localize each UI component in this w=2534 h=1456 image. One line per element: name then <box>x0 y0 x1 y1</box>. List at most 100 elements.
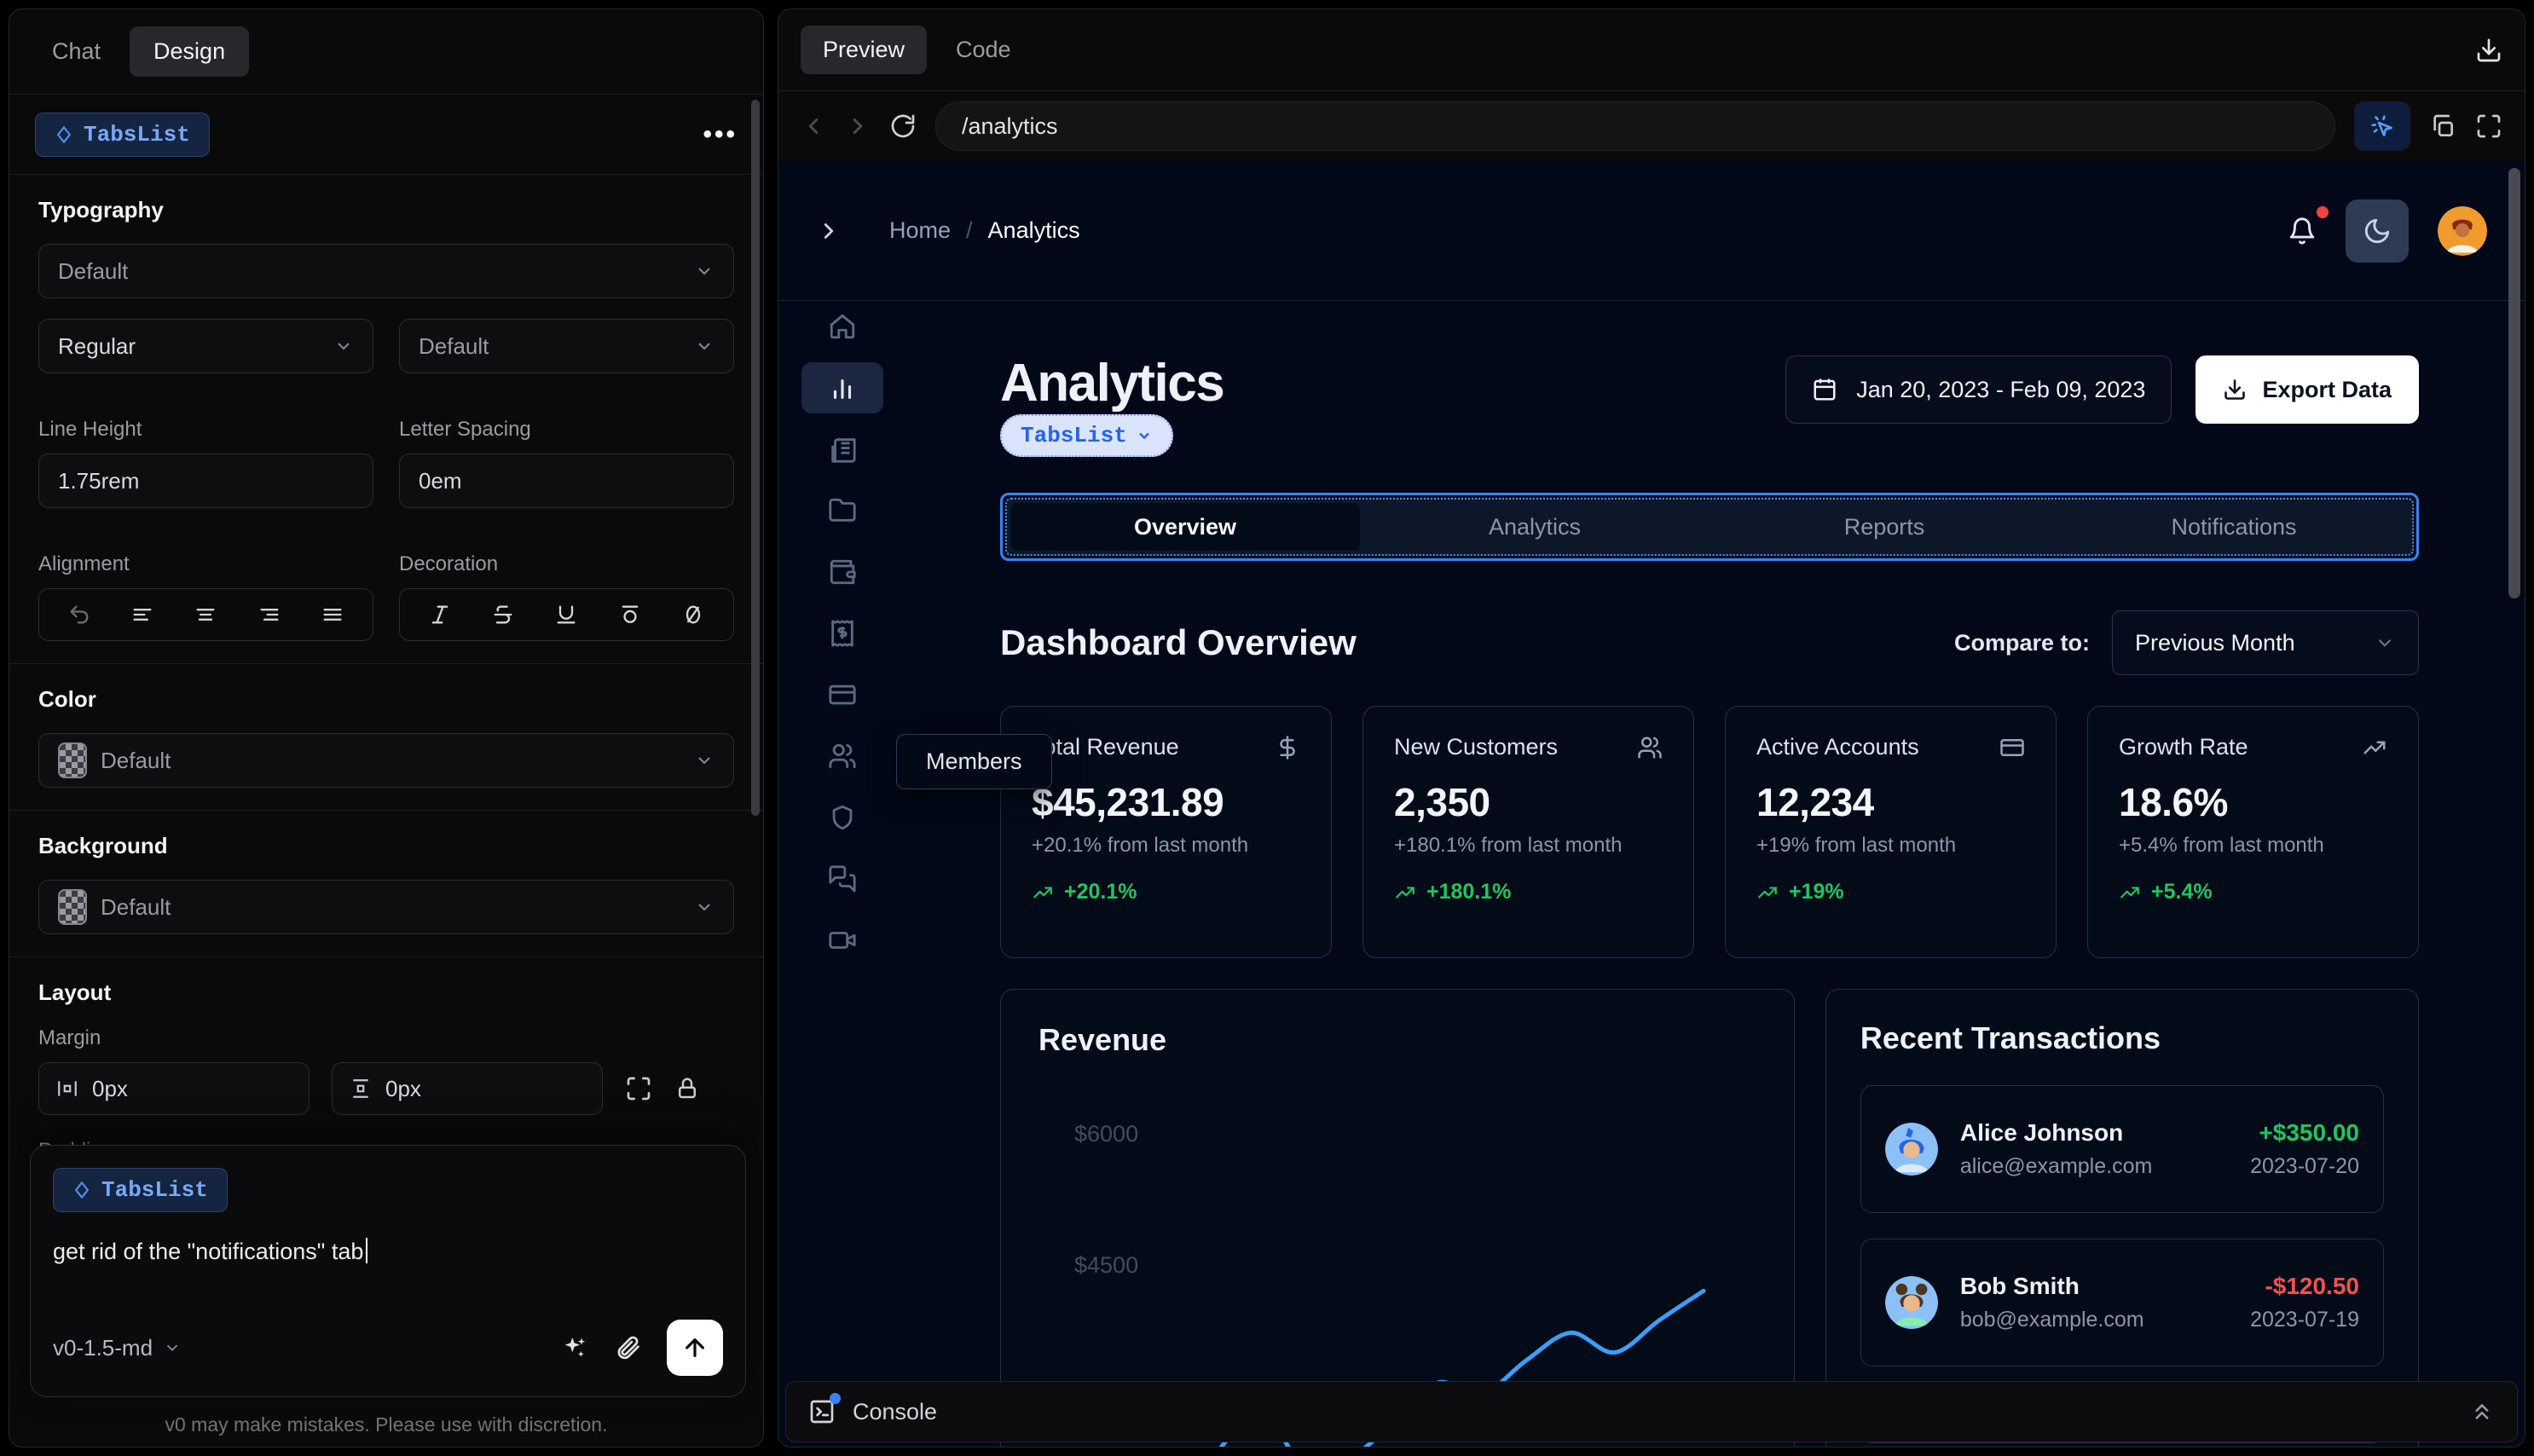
expand-margin-icon[interactable] <box>625 1075 652 1102</box>
italic-icon[interactable] <box>428 603 452 627</box>
theme-toggle-button[interactable] <box>2346 199 2409 263</box>
sidebar-item-members[interactable] <box>801 731 883 782</box>
left-panel-scrollbar[interactable] <box>751 100 760 816</box>
paperclip-icon[interactable] <box>614 1334 641 1361</box>
notification-dot <box>2317 205 2329 218</box>
model-select[interactable]: v0-1.5-md <box>53 1335 182 1361</box>
background-select[interactable]: Default <box>38 880 734 934</box>
compare-select[interactable]: Previous Month <box>2112 610 2419 676</box>
tab-design[interactable]: Design <box>130 26 250 77</box>
stat-card-active-accounts[interactable]: Active Accounts 12,234 +19% from last mo… <box>1725 706 2057 959</box>
margin-horizontal-icon <box>58 1081 77 1096</box>
sidebar-item-security[interactable] <box>801 792 883 843</box>
none-slash-icon[interactable] <box>681 603 705 627</box>
avatar <box>1884 1276 1938 1330</box>
back-icon[interactable] <box>801 113 826 139</box>
breadcrumb-home[interactable]: Home <box>889 217 951 244</box>
chevrons-up-icon[interactable] <box>2469 1399 2495 1424</box>
overline-icon[interactable] <box>618 603 642 627</box>
underline-icon[interactable] <box>554 603 578 627</box>
user-avatar[interactable] <box>2438 205 2487 256</box>
newspaper-icon <box>831 438 856 463</box>
url-input[interactable]: /analytics <box>935 101 2335 151</box>
trending-up-icon <box>2120 887 2139 898</box>
refresh-icon[interactable] <box>889 113 917 140</box>
chevron-down-icon <box>698 904 710 911</box>
margin-y-input[interactable]: 0px <box>332 1062 603 1115</box>
sidebar-tooltip: Members <box>896 734 1052 789</box>
sidebar-item-wallet[interactable] <box>801 546 883 598</box>
sidebar-item-payments[interactable] <box>801 669 883 720</box>
fullscreen-icon[interactable] <box>2475 113 2502 140</box>
component-label-pill[interactable]: TabsList <box>1000 414 1173 458</box>
composer-input[interactable]: get rid of the "notifications" tab <box>53 1238 723 1265</box>
font-weight-select[interactable]: Regular <box>38 319 373 373</box>
sidebar-item-video[interactable] <box>801 915 883 966</box>
align-left-icon[interactable] <box>130 603 154 627</box>
color-heading: Color <box>38 686 96 712</box>
forward-icon[interactable] <box>845 113 871 139</box>
sidebar-item-messages[interactable] <box>801 853 883 904</box>
sidebar-item-home[interactable] <box>801 301 883 352</box>
margin-x-input[interactable]: 0px <box>38 1062 310 1115</box>
send-button[interactable] <box>667 1320 723 1376</box>
preview-panel: Preview Code /analytics Home / Analytics <box>778 9 2525 1447</box>
tab-notifications[interactable]: Notifications <box>2059 503 2409 551</box>
more-options-icon[interactable]: ••• <box>703 120 738 149</box>
align-center-icon[interactable] <box>194 603 217 627</box>
export-data-button[interactable]: Export Data <box>2196 355 2419 424</box>
alignment-toolbar <box>38 588 373 641</box>
align-justify-icon[interactable] <box>321 603 344 627</box>
bar-chart-icon <box>833 378 852 399</box>
color-select[interactable]: Default <box>38 733 734 788</box>
download-icon[interactable] <box>2475 37 2502 64</box>
sidebar-item-invoices[interactable] <box>801 608 883 659</box>
users-icon <box>829 743 856 769</box>
tab-overview[interactable]: Overview <box>1010 503 1360 552</box>
selected-component-badge[interactable]: TabsList <box>35 112 210 157</box>
line-height-input[interactable]: 1.75rem <box>38 454 373 508</box>
tab-chat[interactable]: Chat <box>28 26 124 77</box>
chat-composer[interactable]: TabsList get rid of the "notifications" … <box>30 1145 746 1397</box>
notifications-button[interactable] <box>2288 205 2329 246</box>
font-family-select[interactable]: Default <box>38 244 734 298</box>
transaction-email: alice@example.com <box>1959 1154 2153 1179</box>
font-size-select[interactable]: Default <box>399 319 734 373</box>
stat-card-growth-rate[interactable]: Growth Rate 18.6% +5.4% from last month … <box>2087 706 2419 959</box>
chevron-down-icon <box>698 268 710 275</box>
tab-preview[interactable]: Preview <box>801 26 928 74</box>
chevron-down-icon <box>698 343 710 350</box>
messages-icon <box>829 865 856 893</box>
bottom-grid: Revenue $6000 $4500 $3000 Recent Transac… <box>1000 989 2419 1447</box>
transaction-amount: +$350.00 <box>2259 1119 2359 1147</box>
transparent-swatch-icon <box>58 742 87 778</box>
strikethrough-icon[interactable] <box>491 603 515 627</box>
transaction-row[interactable]: Bob Smith bob@example.com -$120.50 2023-… <box>1860 1239 2384 1367</box>
letter-spacing-input[interactable]: 0em <box>399 454 734 508</box>
breadcrumb-separator: / <box>966 217 973 243</box>
tabs-list: Overview Analytics Reports Notifications <box>1010 503 2409 552</box>
sidebar-toggle-icon[interactable] <box>816 218 842 244</box>
date-range-button[interactable]: Jan 20, 2023 - Feb 09, 2023 <box>1785 355 2172 424</box>
copy-icon[interactable] <box>2429 113 2456 140</box>
composer-context-badge[interactable]: TabsList <box>53 1168 228 1212</box>
stat-card-new-customers[interactable]: New Customers 2,350 +180.1% from last mo… <box>1362 706 1694 959</box>
sparkles-icon[interactable] <box>561 1334 588 1361</box>
transaction-row[interactable]: Alice Johnson alice@example.com +$350.00… <box>1860 1085 2384 1214</box>
preview-scrollbar[interactable] <box>2508 168 2520 598</box>
lock-margin-icon[interactable] <box>674 1076 700 1101</box>
undo-icon[interactable] <box>67 603 91 627</box>
tab-reports[interactable]: Reports <box>1710 503 2059 551</box>
align-right-icon[interactable] <box>257 603 281 627</box>
sidebar-item-analytics[interactable] <box>801 362 883 413</box>
tab-analytics[interactable]: Analytics <box>1360 503 1710 551</box>
tab-code[interactable]: Code <box>934 26 1033 74</box>
main-content: Analytics TabsList Jan 20, 2023 - Feb 09… <box>906 301 2525 1447</box>
sidebar-item-files[interactable] <box>801 485 883 536</box>
transaction-email: bob@example.com <box>1959 1308 2144 1332</box>
console-bar[interactable]: Console <box>785 1381 2518 1442</box>
select-cursor-button[interactable] <box>2354 101 2410 151</box>
avatar-image <box>2438 205 2487 256</box>
margin-label: Margin <box>38 1026 101 1049</box>
sidebar-item-news[interactable] <box>801 424 883 475</box>
